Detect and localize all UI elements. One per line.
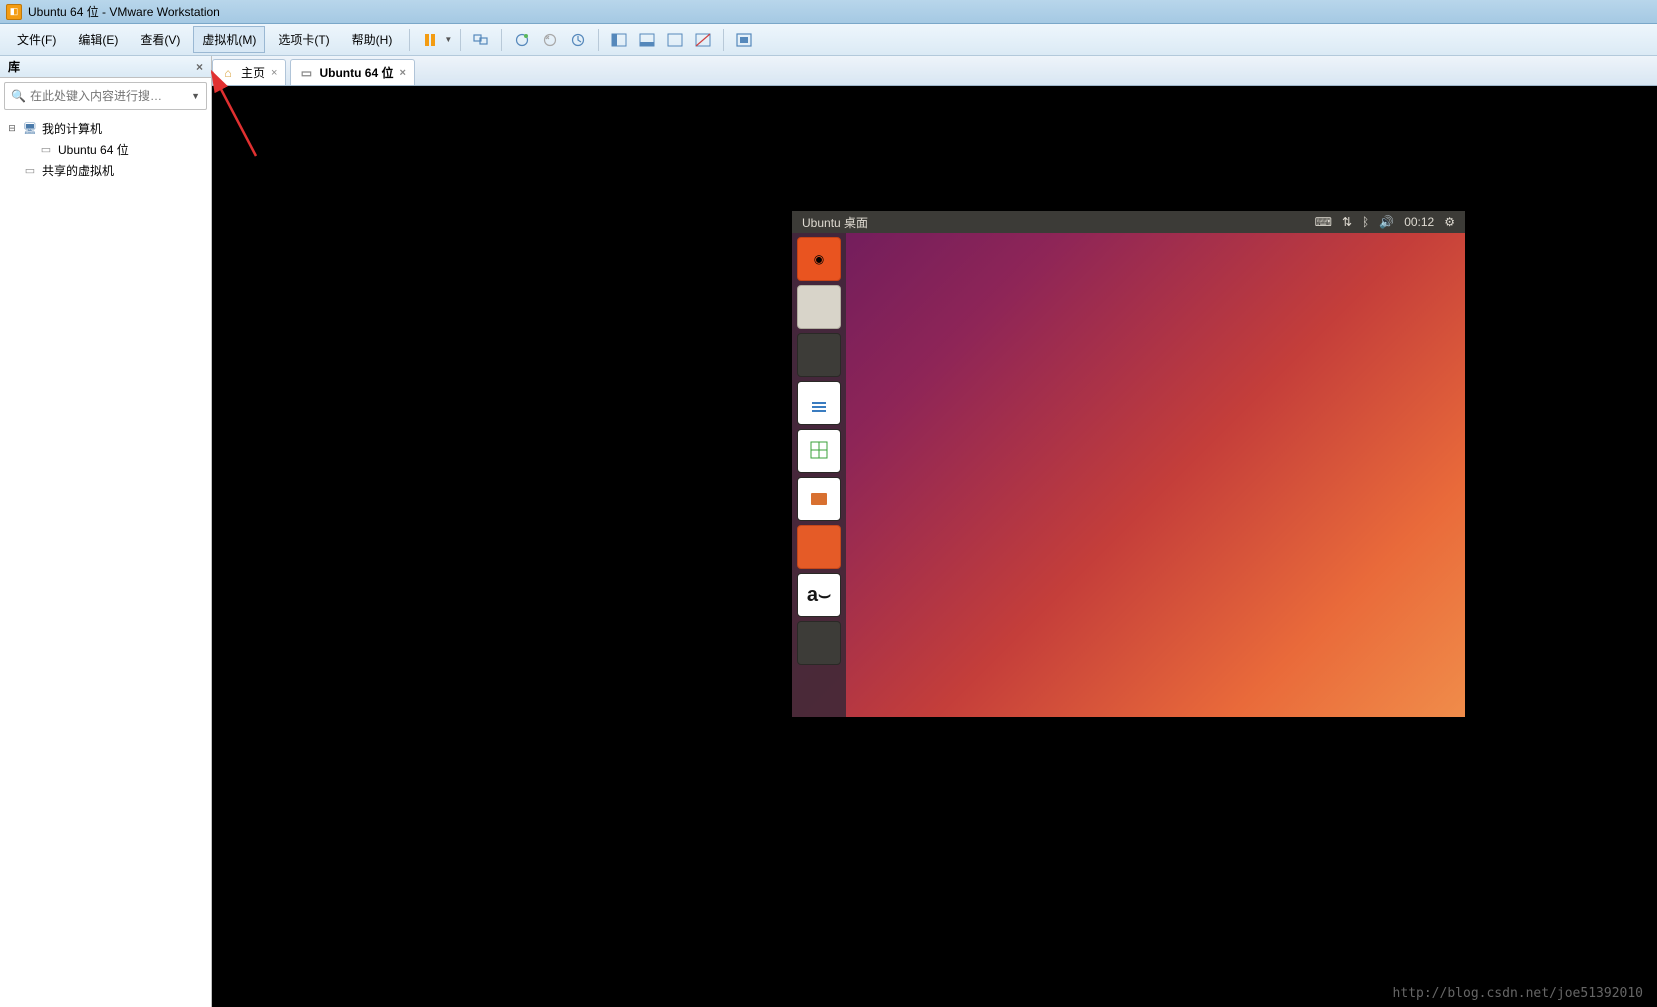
sidebar-title: 库: [8, 58, 20, 75]
tree-label: 我的计算机: [42, 120, 102, 137]
menu-view[interactable]: 查看(V): [131, 26, 189, 53]
tab-bar: ⌂ 主页 × ▭ Ubuntu 64 位 ×: [212, 56, 1657, 86]
tree-label: Ubuntu 64 位: [58, 141, 129, 158]
launcher-files[interactable]: [797, 285, 841, 329]
vm-icon: ▭: [38, 143, 54, 157]
settings-gear-icon[interactable]: ⚙: [1444, 215, 1455, 229]
toolbar-separator: [598, 29, 599, 51]
layout2-icon: [639, 33, 655, 47]
volume-icon[interactable]: 🔊: [1379, 215, 1394, 229]
revert-button[interactable]: [538, 28, 562, 52]
tab-label: Ubuntu 64 位: [319, 64, 393, 81]
watermark: http://blog.csdn.net/joe51392010: [1393, 986, 1643, 1001]
sidebar-close-button[interactable]: ×: [196, 60, 203, 74]
tab-label: 主页: [241, 64, 265, 81]
tree-vm-ubuntu[interactable]: ▭ Ubuntu 64 位: [2, 139, 209, 160]
library-tree: ⊟ 🖥 我的计算机 ▭ Ubuntu 64 位 ▭ 共享的虚拟机: [0, 114, 211, 185]
clock[interactable]: 00:12: [1404, 215, 1434, 229]
layout1-icon: [611, 33, 627, 47]
launcher-settings[interactable]: [797, 621, 841, 665]
expand-icon[interactable]: ⊟: [6, 123, 18, 134]
launcher-amazon[interactable]: a⌣: [797, 573, 841, 617]
snapshot-button[interactable]: [510, 28, 534, 52]
layout1-button[interactable]: [607, 28, 631, 52]
menu-help[interactable]: 帮助(H): [343, 26, 402, 53]
launcher-trash[interactable]: [797, 669, 841, 713]
home-icon: ⌂: [221, 66, 235, 80]
fullscreen-button[interactable]: [732, 28, 756, 52]
network-icon[interactable]: ⇅: [1342, 215, 1352, 229]
tree-label: 共享的虚拟机: [42, 162, 114, 179]
pause-icon: [423, 33, 437, 47]
launcher-writer[interactable]: [797, 381, 841, 425]
app-icon: [6, 4, 22, 20]
launcher-impress[interactable]: [797, 477, 841, 521]
launcher-dash[interactable]: ◉: [797, 237, 841, 281]
ubuntu-top-panel[interactable]: Ubuntu 桌面 ⌨ ⇅ ᛒ 🔊 00:12 ⚙: [792, 211, 1465, 233]
tab-home[interactable]: ⌂ 主页 ×: [212, 59, 286, 85]
layout4-icon: [695, 33, 711, 47]
bluetooth-icon[interactable]: ᛒ: [1362, 215, 1369, 229]
devices-icon: [473, 33, 489, 47]
panel-title: Ubuntu 桌面: [802, 214, 868, 231]
launcher-firefox[interactable]: [797, 333, 841, 377]
layout3-button[interactable]: [663, 28, 687, 52]
impress-icon: [811, 493, 827, 505]
vm-display[interactable]: Ubuntu 桌面 ⌨ ⇅ ᛒ 🔊 00:12 ⚙ ◉: [212, 86, 1657, 1007]
content-area: ⌂ 主页 × ▭ Ubuntu 64 位 ×: [212, 56, 1657, 1007]
revert-icon: [542, 32, 558, 48]
ubuntu-logo-icon: ◉: [814, 252, 824, 266]
devices-button[interactable]: [469, 28, 493, 52]
tab-ubuntu[interactable]: ▭ Ubuntu 64 位 ×: [290, 59, 414, 85]
toolbar-separator: [409, 29, 410, 51]
layout4-button[interactable]: [691, 28, 715, 52]
writer-icon: [812, 402, 826, 404]
shared-icon: ▭: [22, 164, 38, 178]
menu-edit[interactable]: 编辑(E): [69, 26, 127, 53]
calc-icon: [810, 441, 828, 462]
manage-snapshot-button[interactable]: [566, 28, 590, 52]
tab-close-button[interactable]: ×: [399, 67, 405, 79]
computer-icon: 🖥: [22, 122, 38, 136]
sidebar-header: 库 ×: [0, 56, 211, 78]
toolbar-separator: [460, 29, 461, 51]
window-titlebar: Ubuntu 64 位 - VMware Workstation: [0, 0, 1657, 24]
library-sidebar: 库 × 🔍 ▼ ⊟ 🖥 我的计算机 ▭ Ubuntu 64 位 ▭ 共享的虚拟机: [0, 56, 212, 1007]
keyboard-icon[interactable]: ⌨: [1315, 215, 1332, 229]
unity-launcher: ◉: [792, 233, 846, 717]
pause-button[interactable]: [418, 28, 442, 52]
layout2-button[interactable]: [635, 28, 659, 52]
dropdown-arrow-icon[interactable]: ▼: [444, 35, 452, 44]
launcher-software[interactable]: [797, 525, 841, 569]
menubar: 文件(F) 编辑(E) 查看(V) 虚拟机(M) 选项卡(T) 帮助(H) ▼: [0, 24, 1657, 56]
menu-file[interactable]: 文件(F): [8, 26, 65, 53]
menu-vm[interactable]: 虚拟机(M): [193, 26, 265, 53]
toolbar-separator: [501, 29, 502, 51]
tree-shared-vms[interactable]: ▭ 共享的虚拟机: [2, 160, 209, 181]
amazon-icon: a⌣: [807, 584, 831, 607]
search-icon: 🔍: [11, 89, 26, 103]
window-title: Ubuntu 64 位 - VMware Workstation: [28, 3, 220, 20]
snapshot-icon: [514, 32, 530, 48]
manage-snapshot-icon: [570, 32, 586, 48]
layout3-icon: [667, 33, 683, 47]
tab-close-button[interactable]: ×: [271, 67, 277, 79]
search-input[interactable]: [30, 89, 187, 103]
vm-icon: ▭: [299, 66, 313, 80]
sidebar-search[interactable]: 🔍 ▼: [4, 82, 207, 110]
menu-tabs[interactable]: 选项卡(T): [269, 26, 338, 53]
launcher-calc[interactable]: [797, 429, 841, 473]
search-dropdown-icon[interactable]: ▼: [191, 91, 200, 101]
ubuntu-desktop[interactable]: Ubuntu 桌面 ⌨ ⇅ ᛒ 🔊 00:12 ⚙ ◉: [792, 211, 1465, 717]
fullscreen-icon: [736, 33, 752, 47]
toolbar-separator: [723, 29, 724, 51]
tree-my-computer[interactable]: ⊟ 🖥 我的计算机: [2, 118, 209, 139]
